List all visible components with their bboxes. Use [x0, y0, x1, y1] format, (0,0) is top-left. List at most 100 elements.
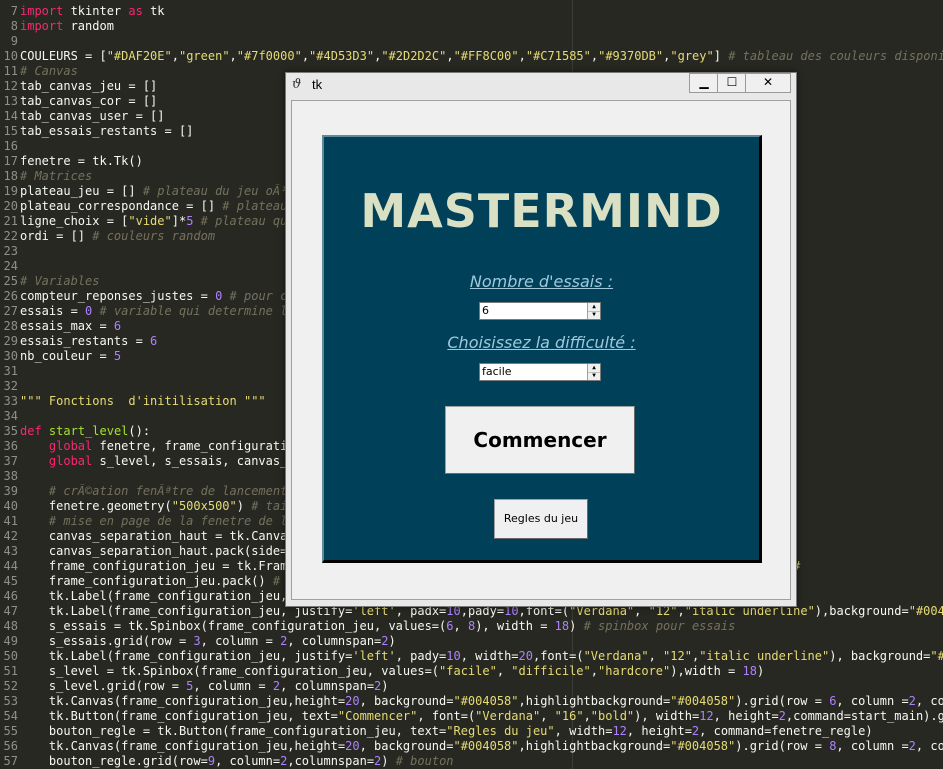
code-text: global s_level, s_essais, canvas_s	[48, 454, 295, 468]
spinbox-difficulte-value[interactable]: facile	[482, 365, 512, 379]
window-title: tk	[312, 77, 323, 92]
line-number: 11	[3, 64, 18, 78]
code-text: tab_canvas_cor = []	[20, 94, 158, 108]
code-text: fenetre = tk.Tk()	[20, 154, 143, 168]
line-number: 33	[3, 394, 18, 408]
label-nombre-essais: Nombre d'essais :	[469, 272, 614, 291]
line-number: 57	[3, 754, 18, 768]
code-text: # Canvas	[20, 64, 78, 78]
line-number: 51	[3, 664, 18, 678]
line-number: 20	[3, 199, 18, 213]
code-text: COULEURS = ["#DAF20E","green","#7f0000",…	[20, 49, 943, 63]
code-text: tk.Button(frame_configuration_jeu, text=…	[20, 709, 943, 723]
line-number: 23	[3, 244, 18, 258]
line-number: 40	[3, 499, 18, 513]
line-number: 56	[3, 739, 18, 753]
code-text: bouton_regle.grid(row=9, column=2,column…	[20, 754, 454, 768]
close-icon: ✕	[762, 75, 774, 89]
line-number: 39	[3, 484, 18, 498]
tk-window: ϑ tk ▁ ☐ ✕ MASTERMIND Nombre d'essais : …	[285, 72, 797, 607]
line-number: 17	[3, 154, 18, 168]
line-number: 37	[3, 454, 18, 468]
line-number: 34	[3, 409, 18, 423]
game-title: MASTERMIND	[360, 184, 723, 238]
code-text: canvas_separation_haut.pack(side=t	[20, 544, 295, 558]
frame-configuration-jeu: MASTERMIND Nombre d'essais : 6 ▲ ▼ Chois…	[322, 135, 762, 563]
spin-down-arrow-icon[interactable]: ▼	[588, 311, 600, 319]
spinbox-essais-value[interactable]: 6	[482, 304, 489, 318]
code-line: 8 import random	[0, 19, 943, 34]
line-number: 47	[3, 604, 18, 618]
spinbox-difficulte[interactable]: facile ▲ ▼	[479, 363, 601, 381]
code-line: 50 tk.Label(frame_configuration_jeu, jus…	[0, 649, 943, 664]
line-number: 7	[10, 4, 18, 18]
minimize-icon: ▁	[699, 75, 709, 89]
line-number: 22	[3, 229, 18, 243]
code-line: 52 s_level.grid(row = 5, column = 2, col…	[0, 679, 943, 694]
line-number: 14	[3, 109, 18, 123]
line-number: 53	[3, 694, 18, 708]
code-text: compteur_reponses_justes = 0 # pour co	[20, 289, 295, 303]
code-line: 10 COULEURS = ["#DAF20E","green","#7f0000…	[0, 49, 943, 64]
code-text: s_essais = tk.Spinbox(frame_configuratio…	[20, 619, 736, 633]
code-text: global fenetre, frame_configuratio	[48, 439, 295, 453]
line-number: 9	[10, 34, 18, 48]
line-number: 12	[3, 79, 18, 93]
line-number: 27	[3, 304, 18, 318]
line-number: 48	[3, 619, 18, 633]
line-number: 18	[3, 169, 18, 183]
line-number: 29	[3, 334, 18, 348]
code-text: import tkinter as tk	[20, 4, 165, 18]
code-line: 55 bouton_regle = tk.Button(frame_config…	[0, 724, 943, 739]
code-text: frame_configuration_jeu.pack() #	[20, 574, 288, 588]
code-text: essais_restants = 6	[20, 334, 158, 348]
code-line: 57 bouton_regle.grid(row=9, column=2,col…	[0, 754, 943, 769]
line-number: 19	[3, 184, 18, 198]
close-button[interactable]: ✕	[745, 73, 791, 93]
spinbox-difficulte-arrows[interactable]: ▲ ▼	[587, 364, 600, 380]
code-text: tab_canvas_jeu = []	[20, 79, 158, 93]
code-line: 7 import tkinter as tk	[0, 4, 943, 19]
line-number: 49	[3, 634, 18, 648]
line-number: 25	[3, 274, 18, 288]
line-number: 46	[3, 589, 18, 603]
code-line: 54 tk.Button(frame_configuration_jeu, te…	[0, 709, 943, 724]
line-number: 35	[3, 424, 18, 438]
line-number: 8	[10, 19, 18, 33]
code-text: s_level.grid(row = 5, column = 2, column…	[20, 679, 389, 693]
minimize-button[interactable]: ▁	[689, 73, 719, 93]
maximize-icon: ☐	[726, 75, 738, 89]
regles-du-jeu-button[interactable]: Regles du jeu	[494, 499, 588, 539]
spin-down-arrow-icon[interactable]: ▼	[588, 372, 600, 380]
code-text: # Variables	[20, 274, 100, 288]
line-number: 36	[3, 439, 18, 453]
line-number: 50	[3, 649, 18, 663]
code-text: tk.Label(frame_configuration_jeu, justif…	[20, 649, 943, 663]
line-number: 52	[3, 679, 18, 693]
code-line: 48 s_essais = tk.Spinbox(frame_configura…	[0, 619, 943, 634]
code-text: plateau_correspondance = [] # plateau	[20, 199, 288, 213]
window-client-area: MASTERMIND Nombre d'essais : 6 ▲ ▼ Chois…	[291, 100, 791, 600]
line-number: 16	[3, 139, 18, 153]
code-text: s_essais.grid(row = 3, column = 2, colum…	[20, 634, 396, 648]
code-text: tk.Canvas(frame_configuration_jeu,height…	[20, 739, 943, 753]
code-text: bouton_regle = tk.Button(frame_configura…	[20, 724, 873, 738]
code-text: tk.Canvas(frame_configuration_jeu,height…	[20, 694, 943, 708]
code-text: ordi = [] # couleurs random	[20, 229, 216, 243]
line-number: 45	[3, 574, 18, 588]
spinbox-essais-arrows[interactable]: ▲ ▼	[587, 303, 600, 319]
code-line: 51 s_level = tk.Spinbox(frame_configurat…	[0, 664, 943, 679]
code-text: nb_couleur = 5	[20, 349, 122, 363]
code-text: essais_max = 6	[20, 319, 122, 333]
line-number: 41	[3, 514, 18, 528]
code-text: # mise en page de la fenetre de la	[48, 514, 295, 528]
commencer-button[interactable]: Commencer	[445, 406, 635, 474]
line-number: 24	[3, 259, 18, 273]
maximize-button[interactable]: ☐	[717, 73, 747, 93]
spinbox-essais[interactable]: 6 ▲ ▼	[479, 302, 601, 320]
code-text: import random	[20, 19, 114, 33]
line-number: 15	[3, 124, 18, 138]
line-number: 54	[3, 709, 18, 723]
code-line: 9	[0, 34, 943, 49]
window-titlebar[interactable]: ϑ tk ▁ ☐ ✕	[286, 73, 796, 97]
